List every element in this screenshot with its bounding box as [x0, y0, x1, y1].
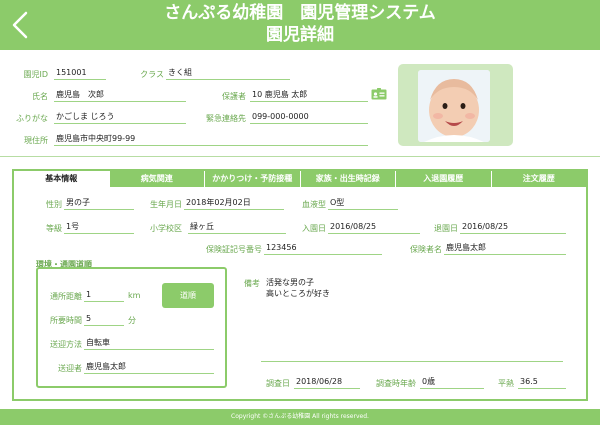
page-title: 園児詳細 [266, 25, 334, 45]
child-id-value[interactable]: 151001 [54, 67, 106, 80]
tab-order-history[interactable]: 注文履歴 [490, 171, 586, 187]
grade-value[interactable]: 1号 [64, 221, 134, 234]
blood-type-label: 血液型 [302, 200, 326, 209]
tab-family-birth[interactable]: 家族・出生時記録 [299, 171, 395, 187]
travel-time-unit: 分 [128, 316, 136, 325]
enroll-date-label: 入園日 [302, 224, 326, 233]
normal-temp-label: 平熱 [498, 379, 514, 388]
pickup-person-label: 送迎者 [58, 364, 82, 373]
emergency-contact-value[interactable]: 099-000-0000 [250, 111, 368, 124]
insurance-number-value[interactable]: 123456 [264, 242, 382, 255]
birthdate-value[interactable]: 2018年02月02日 [184, 197, 284, 210]
route-button[interactable]: 道順 [162, 283, 214, 308]
travel-time-label: 所要時間 [50, 316, 82, 325]
insured-name-label: 保険者名 [410, 245, 442, 254]
insured-name-value[interactable]: 鹿児島太郎 [444, 242, 566, 255]
remarks-line-1[interactable]: 活発な男の子 [266, 277, 314, 288]
tab-enrollment-history[interactable]: 入退園履歴 [395, 171, 491, 187]
pickup-method-label: 送迎方法 [50, 340, 82, 349]
child-photo[interactable] [418, 70, 490, 142]
distance-unit: km [128, 291, 141, 300]
distance-label: 通所距離 [50, 292, 82, 301]
class-value[interactable]: きく組 [166, 67, 290, 80]
survey-age-label: 調査時年齢 [376, 379, 416, 388]
tab-bar: 基本情報 病気関連 かかりつけ・予防接種 家族・出生時記録 入退園履歴 注文履歴 [14, 171, 586, 187]
normal-temp-value[interactable]: 36.5 [518, 376, 566, 389]
remarks-label: 備考 [244, 279, 260, 288]
gender-label: 性別 [46, 200, 62, 209]
insurance-number-label: 保険証記号番号 [206, 245, 262, 254]
guardian-value[interactable]: 10 鹿児島 太郎 [250, 89, 368, 102]
class-label: クラス [140, 70, 164, 79]
enroll-date-value[interactable]: 2016/08/25 [328, 221, 420, 234]
kana-value[interactable]: かごしま じろう [54, 111, 186, 124]
app-header: さんぷる幼稚園 園児管理システム 園児詳細 [0, 0, 600, 50]
travel-time-value[interactable]: 5 [84, 313, 124, 326]
guardian-label: 保護者 [222, 92, 246, 101]
pickup-method-value[interactable]: 自転車 [84, 337, 214, 350]
section-divider [0, 156, 600, 157]
name-label: 氏名 [32, 92, 48, 101]
child-id-label: 園児ID [23, 70, 48, 79]
school-district-value[interactable]: 緑ヶ丘 [188, 221, 286, 234]
footer-copyright: Copyright ©さんぷる幼稚園 All rights reserved. [0, 409, 600, 425]
school-district-label: 小学校区 [150, 224, 182, 233]
survey-date-value[interactable]: 2018/06/28 [294, 376, 360, 389]
survey-date-label: 調査日 [266, 379, 290, 388]
survey-age-value[interactable]: 0歳 [420, 376, 484, 389]
id-card-icon[interactable] [371, 88, 387, 100]
baby-face-image [418, 70, 490, 142]
emergency-contact-label: 緊急連絡先 [206, 114, 246, 123]
pickup-person-value[interactable]: 鹿児島太郎 [84, 361, 214, 374]
kana-label: ふりがな [16, 114, 48, 123]
tab-basic-info[interactable]: 基本情報 [14, 171, 109, 187]
blood-type-value[interactable]: O型 [328, 197, 398, 210]
tab-illness[interactable]: 病気関連 [108, 171, 204, 187]
birthdate-label: 生年月日 [150, 200, 182, 209]
tab-doctor-vaccination[interactable]: かかりつけ・予防接種 [204, 171, 300, 187]
remarks-line-2[interactable]: 高いところが好き [266, 288, 330, 299]
detail-panel: 基本情報 病気関連 かかりつけ・予防接種 家族・出生時記録 入退園履歴 注文履歴… [12, 169, 588, 401]
remarks-underline [261, 361, 563, 362]
gender-value[interactable]: 男の子 [64, 197, 134, 210]
leave-date-value[interactable]: 2016/08/25 [460, 221, 566, 234]
address-value[interactable]: 鹿児島市中央町99-99 [54, 133, 368, 146]
name-value[interactable]: 鹿児島 次郎 [54, 89, 186, 102]
app-title: さんぷる幼稚園 園児管理システム [164, 3, 436, 23]
distance-value[interactable]: 1 [84, 289, 124, 302]
grade-label: 等級 [46, 224, 62, 233]
address-label: 現住所 [24, 136, 48, 145]
photo-frame [398, 64, 513, 146]
leave-date-label: 退園日 [434, 224, 458, 233]
